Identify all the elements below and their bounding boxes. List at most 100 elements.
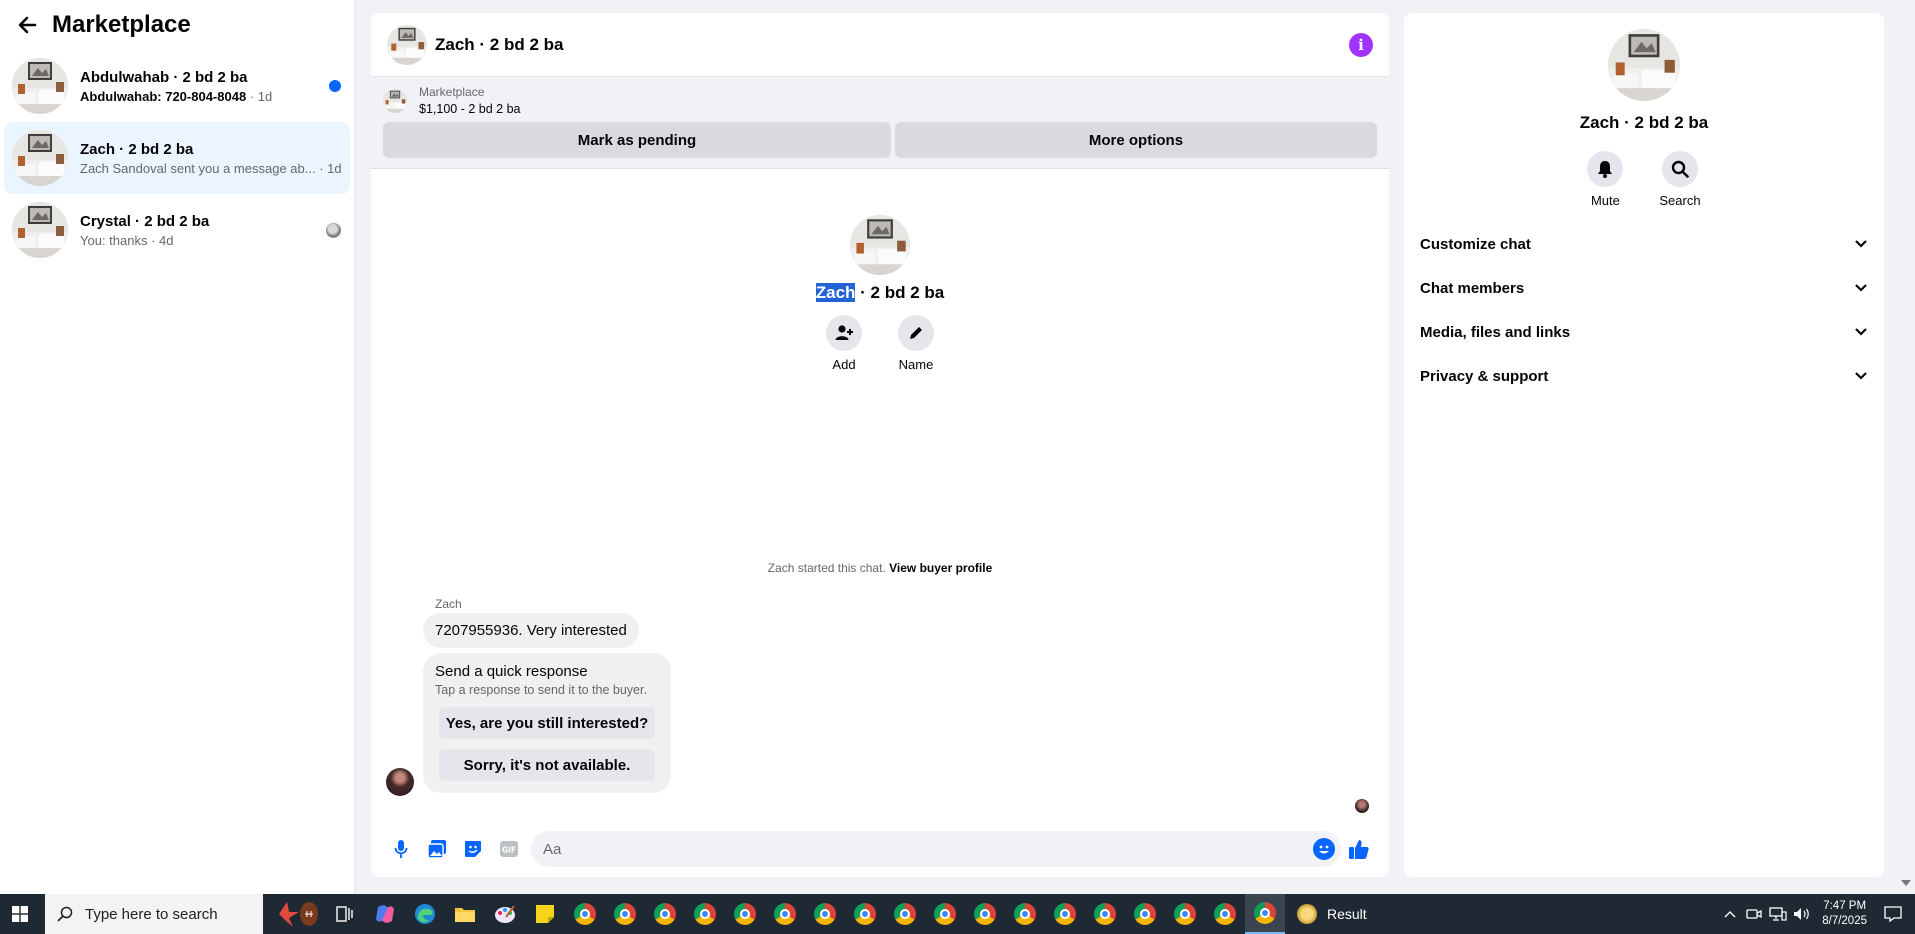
conversation-item-crystal[interactable]: Crystal · 2 bd 2 ba You: thanks · 4d xyxy=(4,194,350,266)
chrome-profile-icon[interactable] xyxy=(1205,894,1245,934)
conversation-name: Crystal · 2 bd 2 ba xyxy=(80,212,210,230)
chrome-profile-icon[interactable] xyxy=(1125,894,1165,934)
conversation-preview: You: thanks · 4d xyxy=(80,232,174,248)
chrome-profile-icon[interactable] xyxy=(685,894,725,934)
listing-buttons: Mark as pending More options xyxy=(383,122,1377,158)
message-input[interactable] xyxy=(531,831,1341,867)
name-action[interactable]: Name xyxy=(898,315,934,372)
chrome-profile-icon[interactable] xyxy=(845,894,885,934)
conversation-preview: Zach Sandoval sent you a message ab... ·… xyxy=(80,160,342,176)
sidebar-header: Marketplace xyxy=(0,0,354,50)
taskbar-clock[interactable]: 7:47 PM 8/7/2025 xyxy=(1822,899,1867,929)
message-composer: GIF xyxy=(371,821,1389,877)
add-person-icon[interactable] xyxy=(826,315,862,351)
conversation-item-zach[interactable]: Zach · 2 bd 2 ba Zach Sandoval sent you … xyxy=(4,122,350,194)
chrome-profile-icon[interactable] xyxy=(605,894,645,934)
meet-now-icon[interactable] xyxy=(1744,904,1764,924)
windows-taskbar: Type here to search Result 7:47 PM 8/7/2… xyxy=(0,894,1915,934)
chrome-profile-icon[interactable] xyxy=(765,894,805,934)
sender-name: Zach xyxy=(435,597,462,611)
listing-summary[interactable]: Marketplace $1,100 - 2 bd 2 ba xyxy=(383,85,1377,116)
add-action[interactable]: Add xyxy=(826,315,862,372)
conversation-preview: Abdulwahab: 720-804-8048 · 1d xyxy=(80,88,273,104)
clock-time: 7:47 PM xyxy=(1823,900,1867,912)
info-icon[interactable]: i xyxy=(1349,32,1373,57)
gif-icon[interactable]: GIF xyxy=(491,831,527,867)
chrome-profile-icon[interactable] xyxy=(1045,894,1085,934)
info-thumbnail xyxy=(1608,29,1680,101)
photo-icon[interactable] xyxy=(419,831,455,867)
volume-icon[interactable] xyxy=(1792,904,1812,924)
sticker-icon[interactable] xyxy=(455,831,491,867)
chrome-profile-icon[interactable] xyxy=(1005,894,1045,934)
file-explorer-icon[interactable] xyxy=(445,894,485,934)
listing-bar: Marketplace $1,100 - 2 bd 2 ba Mark as p… xyxy=(371,77,1389,169)
chat-panel: Zach · 2 bd 2 ba i Marketplace $1,100 - … xyxy=(371,13,1389,877)
listing-small-thumbnail xyxy=(383,89,407,113)
sender-avatar[interactable] xyxy=(386,768,414,796)
quick-response-card: Send a quick response Tap a response to … xyxy=(423,653,671,793)
intro-name: Zach · 2 bd 2 ba xyxy=(815,283,945,302)
back-arrow-icon[interactable] xyxy=(14,12,40,38)
chat-members-section[interactable]: Chat members xyxy=(1404,266,1884,310)
windows-start-icon[interactable] xyxy=(0,894,40,934)
listing-price: $1,100 - 2 bd 2 ba xyxy=(419,102,521,116)
thumbs-up-icon[interactable] xyxy=(1341,831,1377,867)
chrome-profile-icon[interactable] xyxy=(725,894,765,934)
chrome-profile-icon[interactable] xyxy=(645,894,685,934)
conversation-name: Abdulwahab · 2 bd 2 ba xyxy=(80,68,248,86)
football-widget-icon[interactable] xyxy=(273,894,325,934)
chat-header-thumbnail[interactable] xyxy=(387,25,427,65)
chrome-profile-icon[interactable] xyxy=(1165,894,1205,934)
microphone-icon[interactable] xyxy=(383,831,419,867)
taskbar-search-box[interactable]: Type here to search xyxy=(45,894,263,934)
chrome-profile-icon[interactable] xyxy=(805,894,845,934)
chrome-profile-icon[interactable] xyxy=(925,894,965,934)
chevron-up-icon[interactable] xyxy=(1720,904,1740,924)
sticky-notes-icon[interactable] xyxy=(525,894,565,934)
customize-chat-section[interactable]: Customize chat xyxy=(1404,222,1884,266)
chrome-profile-icon[interactable] xyxy=(965,894,1005,934)
chrome-active-icon[interactable] xyxy=(1245,894,1285,934)
listing-thumbnail xyxy=(12,130,68,186)
more-options-button[interactable]: More options xyxy=(894,122,1377,158)
info-actions: Mute Search xyxy=(1404,151,1884,208)
search-icon[interactable] xyxy=(1661,151,1698,187)
emoji-icon[interactable] xyxy=(1313,838,1335,860)
chrome-gmail-icon[interactable] xyxy=(565,894,605,934)
chevron-down-icon xyxy=(1854,236,1868,253)
message-bubble[interactable]: 7207955936. Very interested xyxy=(423,613,639,648)
mute-action[interactable]: Mute xyxy=(1587,151,1624,208)
conversation-item-abdulwahab[interactable]: Abdulwahab · 2 bd 2 ba Abdulwahab: 720-8… xyxy=(4,50,350,122)
listing-thumbnail xyxy=(12,202,68,258)
chat-title[interactable]: Zach · 2 bd 2 ba xyxy=(435,35,563,55)
pencil-icon[interactable] xyxy=(898,315,934,351)
search-action[interactable]: Search xyxy=(1659,151,1701,208)
quick-response-title: Send a quick response xyxy=(435,663,588,680)
message-input-wrapper xyxy=(531,831,1341,867)
privacy-support-section[interactable]: Privacy & support xyxy=(1404,354,1884,398)
chrome-profile-icon[interactable] xyxy=(1085,894,1125,934)
media-files-links-section[interactable]: Media, files and links xyxy=(1404,310,1884,354)
taskbar-result-item[interactable]: Result xyxy=(1297,904,1367,924)
mute-label: Mute xyxy=(1590,193,1620,208)
edge-icon[interactable] xyxy=(405,894,445,934)
notification-icon[interactable] xyxy=(1883,904,1903,924)
conversation-text: Abdulwahab · 2 bd 2 ba Abdulwahab: 720-8… xyxy=(80,69,342,104)
task-view-icon[interactable] xyxy=(325,894,365,934)
quick-response-still-interested[interactable]: Yes, are you still interested? xyxy=(439,707,655,739)
paint-icon[interactable] xyxy=(485,894,525,934)
network-icon[interactable] xyxy=(1768,904,1788,924)
search-label: Search xyxy=(1659,193,1701,208)
quick-response-not-available[interactable]: Sorry, it's not available. xyxy=(439,749,655,781)
mark-as-pending-button[interactable]: Mark as pending xyxy=(383,122,891,158)
conversation-text: Crystal · 2 bd 2 ba You: thanks · 4d xyxy=(80,213,342,248)
copilot-icon[interactable] xyxy=(365,894,405,934)
scroll-down-arrow-icon[interactable] xyxy=(1901,880,1911,886)
listing-label: Marketplace xyxy=(419,85,485,99)
view-buyer-profile-link[interactable]: View buyer profile xyxy=(889,561,992,575)
result-label: Result xyxy=(1327,906,1367,922)
add-label: Add xyxy=(832,357,856,372)
chrome-profile-icon[interactable] xyxy=(885,894,925,934)
bell-icon[interactable] xyxy=(1587,151,1624,187)
